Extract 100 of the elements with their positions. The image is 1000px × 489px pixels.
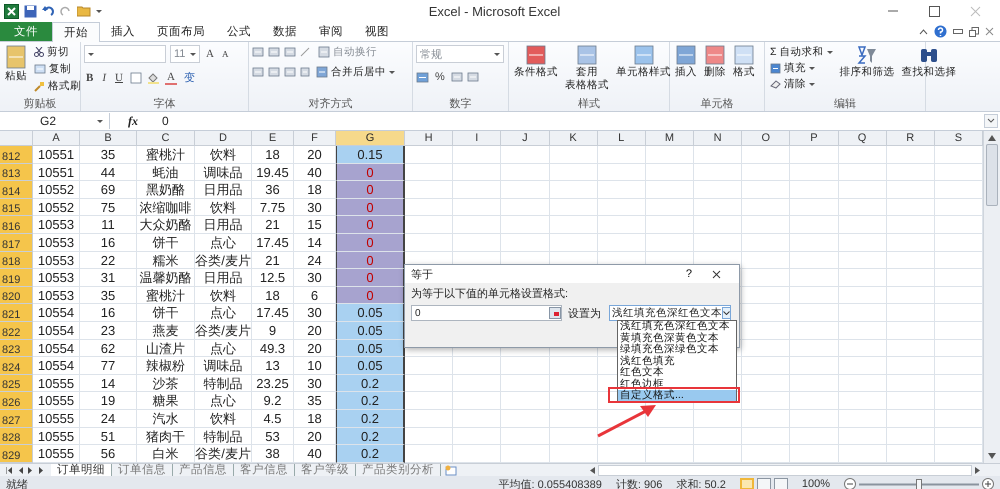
delete-cells-button[interactable]: 删除 (702, 45, 728, 78)
scroll-right-icon[interactable] (975, 466, 980, 474)
sort-filter-button[interactable]: 排序和筛选 (838, 45, 896, 78)
row-header[interactable]: 812 (0, 146, 33, 164)
row-header[interactable]: 814 (0, 181, 33, 199)
ribbon-tab[interactable]: 页面布局 (146, 22, 216, 41)
formula-field[interactable]: 0 (156, 113, 984, 129)
close-icon[interactable] (712, 270, 721, 278)
scroll-down-icon[interactable] (988, 453, 996, 459)
copy-button[interactable]: 复制 (32, 62, 83, 76)
minimize-icon[interactable] (953, 29, 963, 34)
undo-icon[interactable] (42, 5, 55, 17)
column-header[interactable]: P (790, 131, 838, 146)
italic-button[interactable]: I (100, 72, 108, 84)
ribbon-tab[interactable]: 公式 (216, 22, 262, 41)
find-select-button[interactable]: 查找和选择 (900, 45, 958, 78)
scroll-up-icon[interactable] (988, 135, 996, 141)
table-format-button[interactable]: 套用 表格格式 (563, 45, 611, 91)
format-dropdown[interactable]: 浅红填充色深红色文本 (609, 305, 731, 321)
ribbon-tab[interactable]: 文件 (0, 22, 52, 41)
sheet-tab[interactable]: 订单明细 (51, 464, 112, 476)
row-header[interactable]: 825 (0, 374, 33, 392)
row-header[interactable]: 818 (0, 252, 33, 270)
ribbon-tab[interactable]: 视图 (354, 22, 400, 41)
row-header[interactable]: 828 (0, 428, 33, 446)
ribbon-tab[interactable]: 审阅 (308, 22, 354, 41)
cut-button[interactable]: 剪切 (32, 45, 83, 59)
conditional-format-button[interactable]: 条件格式 (512, 45, 560, 78)
column-header[interactable]: H (405, 131, 454, 146)
clear-button[interactable]: 清除 (768, 77, 834, 91)
dropdown-button[interactable] (722, 307, 731, 319)
row-header[interactable]: 820 (0, 286, 33, 304)
column-header[interactable]: O (742, 131, 790, 146)
column-header[interactable]: F (294, 131, 336, 146)
cell-styles-button[interactable]: 单元格样式 (614, 45, 673, 78)
cell-reference-icon[interactable] (549, 307, 561, 319)
name-box[interactable]: G2 (0, 113, 110, 129)
horizontal-scrollbar[interactable] (598, 464, 972, 476)
column-header[interactable]: C (137, 131, 195, 146)
column-header[interactable]: J (501, 131, 550, 146)
maximize-icon[interactable] (929, 6, 940, 16)
column-header[interactable]: R (886, 131, 935, 146)
row-header[interactable]: 819 (0, 269, 33, 287)
row-header[interactable]: 824 (0, 357, 33, 375)
ribbon-tab[interactable]: 数据 (262, 22, 308, 41)
zoom-in-icon[interactable] (982, 478, 994, 489)
collapse-ribbon-icon[interactable] (919, 28, 928, 34)
merge-center-button[interactable]: 合并后居中 (314, 65, 397, 79)
insert-function-button[interactable]: fx (110, 114, 156, 128)
column-header[interactable]: K (550, 131, 598, 146)
phonetic-button[interactable]: 变 (182, 72, 197, 84)
expand-formula-bar-icon[interactable] (984, 114, 998, 128)
column-header[interactable]: B (80, 131, 137, 146)
help-button[interactable]: ? (686, 268, 692, 280)
view-button[interactable] (774, 478, 788, 489)
row-header[interactable]: 829 (0, 445, 33, 463)
underline-button[interactable]: U (113, 72, 125, 84)
fill-button[interactable]: 填充 (768, 61, 834, 75)
zoom-thumb[interactable] (916, 478, 922, 489)
row-header[interactable]: 822 (0, 322, 33, 340)
column-header[interactable]: I (453, 131, 502, 146)
row-header[interactable]: 813 (0, 164, 33, 182)
view-button[interactable] (756, 478, 771, 489)
format-cells-button[interactable]: 格式 (731, 45, 757, 78)
row-header[interactable]: 823 (0, 340, 33, 358)
row-header[interactable]: 827 (0, 410, 33, 428)
row-header[interactable]: 815 (0, 198, 33, 216)
insert-sheet-icon[interactable] (445, 464, 458, 476)
grow-font-button[interactable]: A (204, 48, 216, 60)
column-header[interactable]: A (33, 131, 80, 146)
percent-button[interactable]: % (433, 71, 447, 83)
font-name-field[interactable] (84, 45, 166, 63)
folder-icon[interactable] (77, 5, 91, 17)
zoom-out-icon[interactable] (844, 478, 856, 489)
autosum-button[interactable]: Σ 自动求和 (768, 45, 834, 59)
row-header[interactable]: 826 (0, 392, 33, 410)
bold-button[interactable]: B (84, 72, 96, 84)
column-header[interactable]: G (336, 131, 405, 146)
column-header[interactable]: L (598, 131, 646, 146)
ribbon-tab[interactable]: 开始 (52, 22, 100, 42)
scroll-left-icon[interactable] (590, 466, 595, 474)
value-field[interactable]: 0 (411, 305, 562, 321)
save-icon[interactable] (24, 4, 37, 18)
paste-button[interactable]: 粘贴 (3, 45, 29, 82)
column-header[interactable]: D (195, 131, 252, 146)
row-header[interactable]: 816 (0, 216, 33, 234)
row-header[interactable]: 821 (0, 304, 33, 322)
column-header[interactable]: S (934, 131, 983, 146)
format-painter-button[interactable]: 格式刷 (32, 79, 83, 93)
insert-cells-button[interactable]: 插入 (673, 45, 699, 78)
column-header[interactable]: N (694, 131, 742, 146)
help-icon[interactable] (934, 25, 947, 38)
restore-icon[interactable] (969, 26, 979, 36)
row-header[interactable]: 817 (0, 234, 33, 252)
column-header[interactable]: M (646, 131, 694, 146)
column-header[interactable]: Q (838, 131, 887, 146)
column-header[interactable]: E (252, 131, 294, 146)
ribbon-tab[interactable]: 插入 (100, 22, 146, 41)
shrink-font-button[interactable]: A (220, 48, 230, 60)
scrollbar-thumb[interactable] (986, 144, 998, 206)
